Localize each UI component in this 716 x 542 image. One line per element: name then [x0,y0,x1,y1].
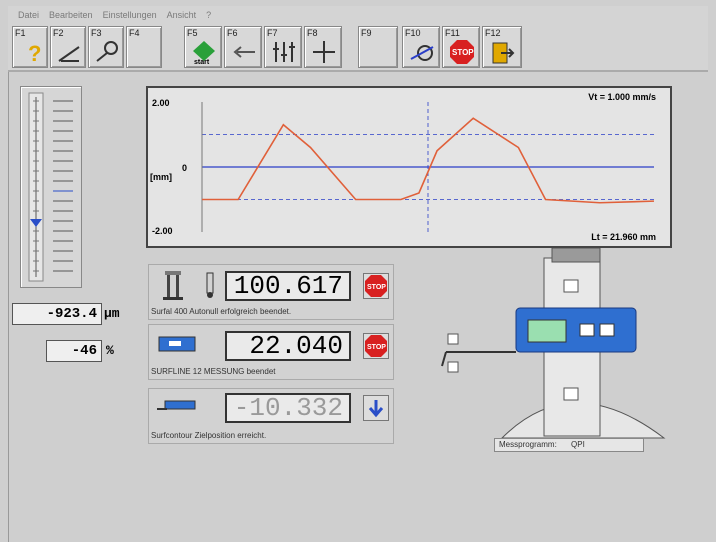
surfal-panel: 100.617 STOP Surfal 400 Autonull erfolgr… [148,264,394,320]
surfline-caption: SURFLINE 12 MESSUNG beendet [151,367,276,376]
scale-graphic [28,92,73,282]
fkey-label: F4 [129,28,140,38]
up-arrow-icon [563,279,579,293]
y-top-label: 2.00 [152,98,170,108]
y-unit-label: [mm] [150,172,172,182]
f2-button[interactable]: F2 [50,26,86,68]
menu-edit[interactable]: Bearbeiten [49,10,93,20]
fkey-label: F8 [307,28,318,38]
svg-text:?: ? [28,41,41,65]
sensor-icon [158,336,196,352]
vertical-scale [20,86,82,288]
surfcontour-panel: -10.332 Surfcontour Zielposition erreich… [148,388,394,444]
surfline-panel: 22.040 STOP SURFLINE 12 MESSUNG beendet [148,324,394,380]
fkey-label: F11 [445,28,460,38]
program-label: Messprogramm: [499,440,557,449]
fkey-label: F6 [227,28,238,38]
surfline-stop-button[interactable]: STOP [363,333,389,359]
f9-button[interactable]: F9 [358,26,398,68]
function-key-toolbar: F1 ? F2 F3 F4 F5 start F6 F7 F8 F9 F10 F… [8,24,708,72]
surfline-value: 22.040 [225,331,351,361]
surfal-caption: Surfal 400 Autonull erfolgreich beendet. [151,307,292,316]
fkey-label: F12 [485,28,501,38]
f1-help-button[interactable]: F1 ? [12,26,48,68]
fkey-label: F5 [187,28,198,38]
svg-text:STOP: STOP [367,284,386,291]
down-arrow-icon [368,400,384,418]
menu-help[interactable]: ? [206,10,211,20]
menu-view[interactable]: Ansicht [167,10,197,20]
y-bottom-label: -2.00 [152,226,173,236]
align-icon [313,41,335,63]
measurement-program-field: Messprogramm: QPI [494,438,644,452]
speed-label: Vt = 1.000 mm/s [588,92,656,102]
probe-down-icon [447,361,459,373]
f6-button[interactable]: F6 [224,26,262,68]
surfal-stop-button[interactable]: STOP [363,273,389,299]
y-zero-label: 0 [182,163,187,173]
f11-stop-button[interactable]: F11 STOP [442,26,480,68]
svg-text:STOP: STOP [452,48,474,57]
move-down-button[interactable] [363,395,389,421]
help-icon: ? [28,41,41,65]
f12-exit-button[interactable]: F12 [482,26,522,68]
contour-probe-icon [157,400,196,410]
fkey-label: F10 [405,28,421,38]
exit-icon [492,42,515,64]
measure-setup-icon [58,46,80,62]
f3-button[interactable]: F3 [88,26,124,68]
length-label: Lt = 21.960 mm [591,232,656,242]
fkey-label: F2 [53,28,64,38]
gauge-icon [163,271,183,300]
profile-chart: 2.00 0 [mm] -2.00 Vt = 1.000 mm/s Lt = 21.960… [146,86,672,248]
measuring-machine-illustration [441,248,666,439]
probe-up-icon [447,333,459,345]
traverse-icon [410,45,434,61]
probe-icon [96,41,118,62]
surfal-value: 100.617 [225,271,351,301]
program-value: QPI [571,440,585,449]
surfcontour-value: -10.332 [225,393,351,423]
return-icon [233,46,255,58]
menu-settings[interactable]: Einstellungen [103,10,157,20]
f10-button[interactable]: F10 [402,26,440,68]
menu-file[interactable]: Datei [18,10,39,20]
fkey-label: F7 [267,28,278,38]
deviation-unit: µm [104,306,120,321]
deviation-readout: -923.4 [12,303,102,325]
fkey-label: F1 [15,28,26,38]
chart-svg: 2.00 0 [mm] -2.00 Vt = 1.000 mm/s Lt = 21.960… [150,92,656,242]
fkey-label: F3 [91,28,102,38]
fkey-label: F9 [361,28,372,38]
adjust-icon [273,42,295,62]
menu-bar: Datei Bearbeiten Einstellungen Ansicht ? [8,6,708,24]
down-arrow-icon [563,387,579,401]
f4-button[interactable]: F4 [126,26,162,68]
start-label: start [194,59,210,66]
percent-unit: % [106,343,114,358]
stop-icon: STOP [450,40,474,64]
thermometer-icon [206,272,214,298]
svg-text:STOP: STOP [367,344,386,351]
f5-start-button[interactable]: F5 start [184,26,222,68]
f8-button[interactable]: F8 [304,26,342,68]
surfcontour-caption: Surfcontour Zielposition erreicht. [151,431,267,440]
stop-icon: STOP [365,275,387,297]
percent-readout: -46 [46,340,102,362]
app-window: Datei Bearbeiten Einstellungen Ansicht ?… [0,0,716,542]
f7-button[interactable]: F7 [264,26,302,68]
stop-icon: STOP [365,335,387,357]
